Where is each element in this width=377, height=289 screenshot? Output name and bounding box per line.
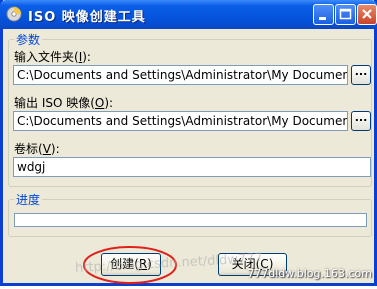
minimize-icon [319,17,326,20]
corner-watermark: 777dldw.blog.163.com [247,267,372,280]
output-iso-field[interactable]: C:\Documents and Settings\Administrator\… [13,111,348,131]
close-window-button[interactable] [357,4,377,25]
maximize-icon [339,8,352,20]
output-iso-label: 输出 ISO 映像(O): [14,96,114,110]
maximize-button[interactable] [335,4,356,25]
window-title: ISO 映像创建工具 [28,10,146,25]
app-icon [6,6,22,22]
input-folder-label: 输入文件夹(I): [14,50,91,64]
progress-bar [14,213,367,227]
browse-input-folder-button[interactable]: ... [351,65,371,85]
close-icon [362,9,372,19]
params-group-title: 参数 [14,31,43,48]
minimize-button[interactable] [313,4,334,25]
title-bar[interactable]: ISO 映像创建工具 [0,0,377,29]
iso-tool-window: ISO 映像创建工具 参数 输入文件夹(I): C:\Documents and… [0,0,377,286]
volume-label-field[interactable]: wdgj [13,157,371,177]
input-folder-field[interactable]: C:\Documents and Settings\Administrator\… [13,65,348,85]
volume-label-label: 卷标(V): [14,142,60,156]
progress-group-title: 进度 [14,191,43,208]
browse-output-iso-button[interactable]: ... [351,111,371,131]
